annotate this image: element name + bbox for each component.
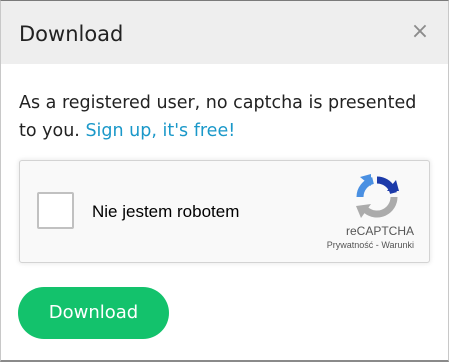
recaptcha-links-separator: - bbox=[375, 240, 379, 250]
recaptcha-privacy-link[interactable]: Prywatność bbox=[327, 240, 374, 250]
recaptcha-widget: Nie jestem robotem reCAPTCHA Prywatność … bbox=[19, 160, 430, 263]
recaptcha-terms-link[interactable]: Warunki bbox=[381, 240, 414, 250]
recaptcha-logo-icon bbox=[356, 174, 399, 218]
download-dialog: Download × As a registered user, no capt… bbox=[0, 0, 449, 362]
download-button[interactable]: Download bbox=[18, 287, 169, 339]
info-message: As a registered user, no captcha is pres… bbox=[19, 89, 434, 145]
dialog-title: Download bbox=[19, 22, 124, 46]
signup-link[interactable]: Sign up, it's free! bbox=[85, 121, 235, 141]
dialog-header: Download × bbox=[1, 1, 448, 64]
close-icon[interactable]: × bbox=[410, 21, 430, 43]
recaptcha-checkbox-label: Nie jestem robotem bbox=[92, 202, 240, 221]
recaptcha-links: Prywatność - Warunki bbox=[327, 240, 414, 250]
recaptcha-checkbox[interactable] bbox=[37, 192, 74, 229]
recaptcha-brand: reCAPTCHA bbox=[345, 224, 414, 238]
